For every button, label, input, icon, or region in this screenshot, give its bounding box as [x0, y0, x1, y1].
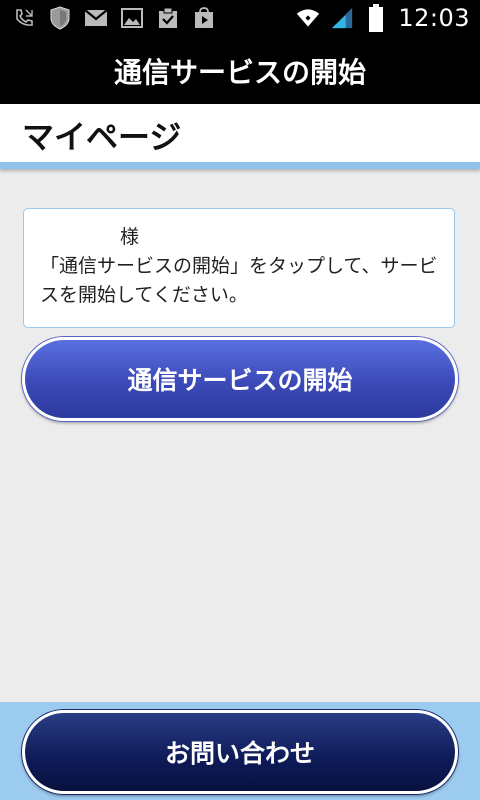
wifi-icon	[296, 6, 320, 30]
contact-button[interactable]: お問い合わせ	[22, 710, 458, 794]
image-icon	[120, 6, 144, 30]
task-check-icon	[156, 6, 180, 30]
page-header: マイページ	[0, 104, 480, 162]
contact-button-label: お問い合わせ	[164, 739, 315, 768]
clock: 12:03	[398, 4, 470, 32]
shield-icon	[48, 6, 72, 30]
system-tray: 12:03	[296, 4, 470, 32]
title-bar: 通信サービスの開始	[0, 38, 480, 104]
start-service-button-label: 通信サービスの開始	[127, 366, 353, 395]
message-box: 様 「通信サービスの開始」をタップして、サービスを開始してください。	[23, 208, 455, 328]
phone-missed-icon	[12, 6, 36, 30]
notification-icons	[12, 6, 216, 30]
gmail-icon	[84, 6, 108, 30]
page-title: 通信サービスの開始	[113, 56, 366, 89]
customer-name-line: 様	[120, 226, 140, 248]
start-service-button[interactable]: 通信サービスの開始	[22, 337, 458, 421]
header-divider	[0, 162, 480, 169]
status-bar: 12:03	[0, 0, 480, 38]
play-store-icon	[192, 6, 216, 30]
page-header-title: マイページ	[22, 118, 182, 156]
signal-icon	[330, 6, 354, 30]
battery-icon	[364, 4, 388, 32]
message-text: 「通信サービスの開始」をタップして、サービスを開始してください。	[40, 255, 438, 306]
